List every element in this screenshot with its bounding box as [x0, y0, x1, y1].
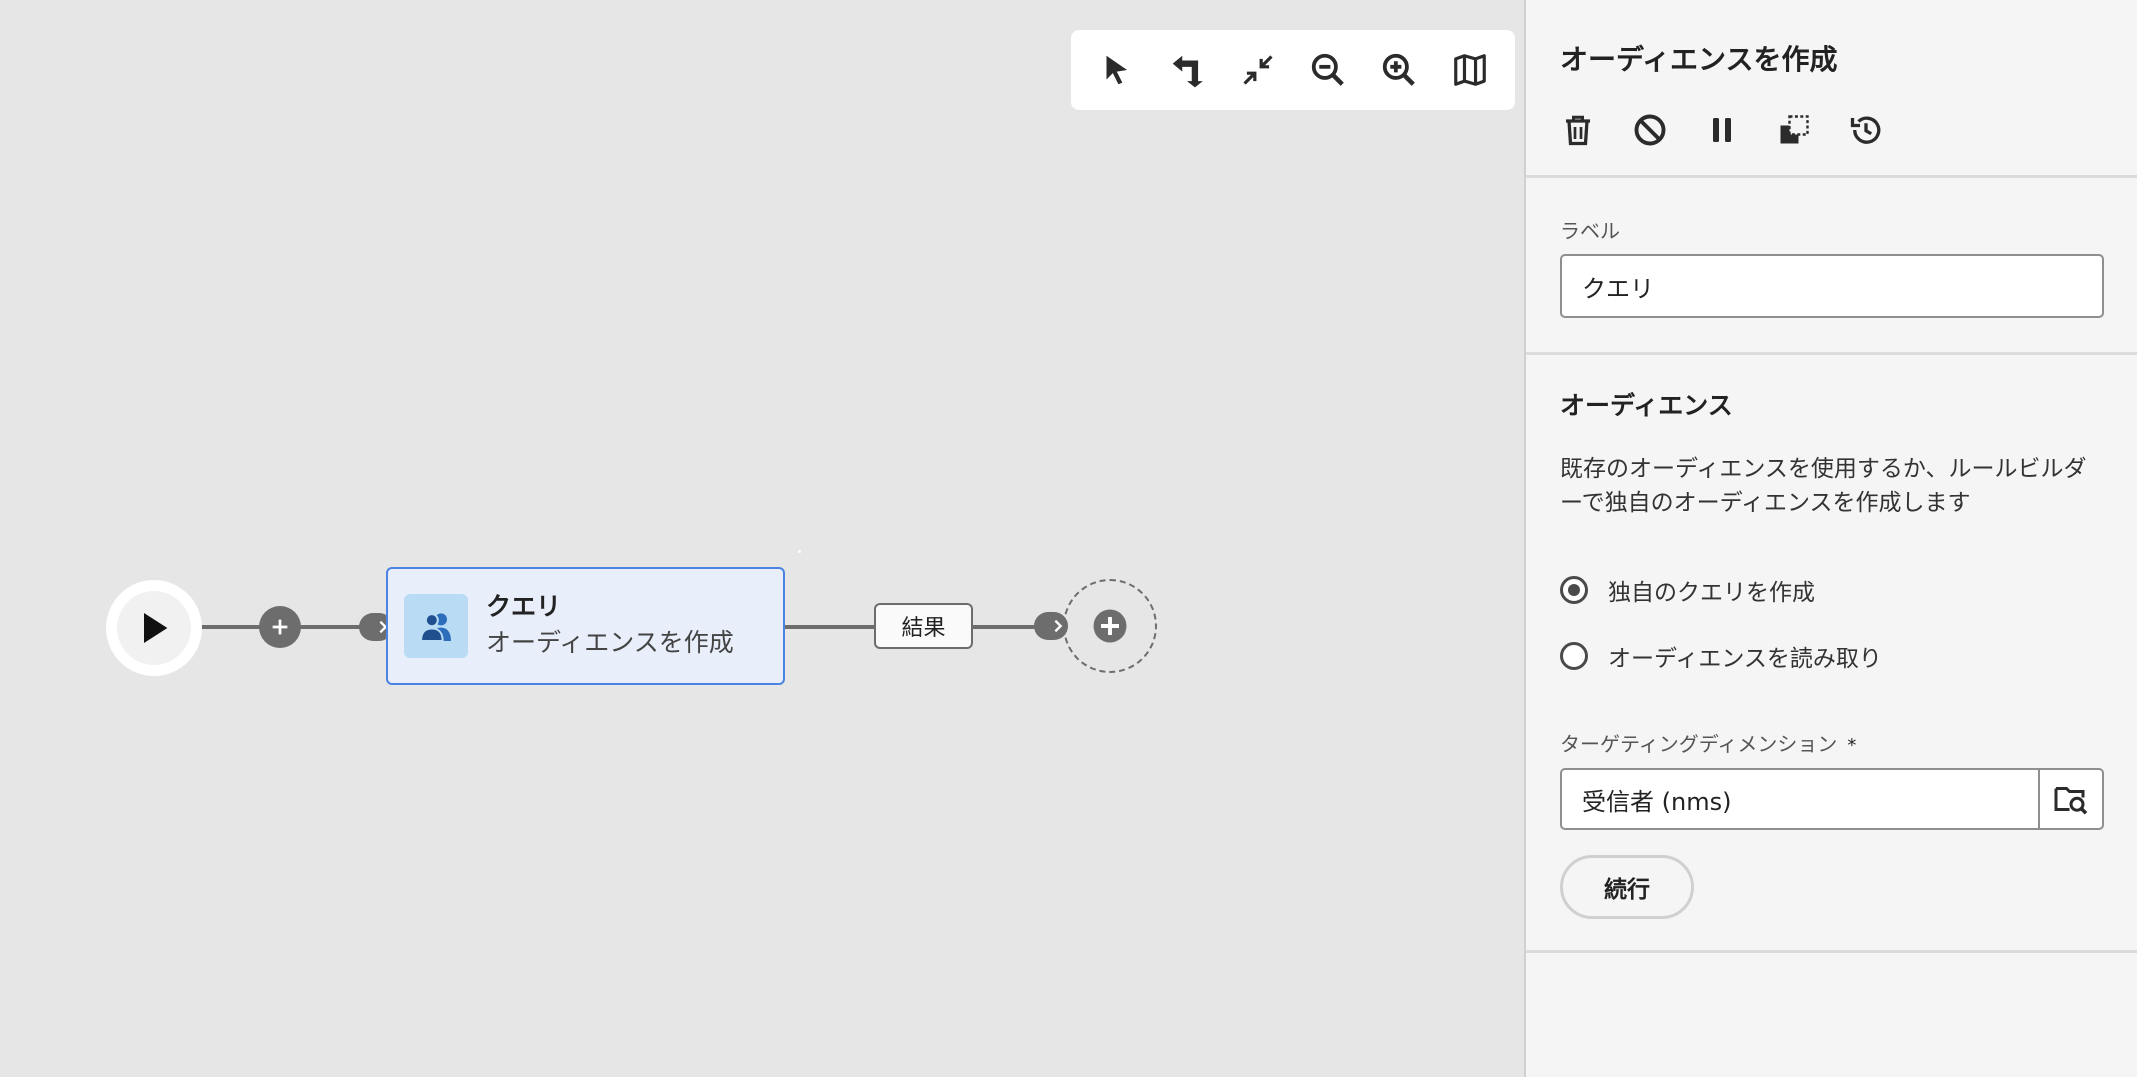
arrange-icon — [1172, 55, 1203, 88]
zoom-in-tool-button[interactable] — [1370, 41, 1428, 99]
targeting-dimension-field — [1560, 768, 2104, 830]
audience-description: 既存のオーディエンスを使用するか、ルールビルダーで独自のオーディエンスを作成しま… — [1560, 456, 2087, 516]
targeting-dimension-text: ターゲティングディメンション — [1560, 732, 1838, 756]
delete-button[interactable] — [1556, 108, 1600, 152]
pause-icon — [1713, 118, 1731, 142]
collapse-icon — [1243, 55, 1273, 85]
copy-button[interactable] — [1772, 108, 1816, 152]
workflow-editor: クエリ オーディエンスを作成 結果 オーディエンスを作成 ラベル クエリ オーデ… — [0, 0, 2137, 1077]
section-divider — [1526, 950, 2137, 953]
select-tool-button[interactable] — [1087, 41, 1145, 99]
delete-icon — [1566, 115, 1590, 146]
radio-label: オーディエンスを読み取り — [1608, 646, 1882, 672]
workflow-canvas[interactable]: クエリ オーディエンスを作成 結果 — [0, 0, 1524, 1077]
audience-heading: オーディエンス — [1560, 391, 1733, 420]
plus-circle-icon — [1093, 609, 1127, 643]
minimap-tool-button[interactable] — [1441, 41, 1499, 99]
transition-label[interactable]: 結果 — [874, 603, 973, 649]
map-icon — [1453, 54, 1486, 86]
targeting-dimension-input[interactable] — [1560, 768, 2038, 830]
query-activity-node[interactable]: クエリ オーディエンスを作成 — [386, 567, 785, 685]
copy-icon — [1780, 115, 1809, 144]
canvas-toolbar — [1071, 30, 1515, 110]
radio-button-unchecked[interactable] — [1560, 642, 1588, 670]
disable-icon — [1634, 114, 1666, 146]
radio-label: 独自のクエリを作成 — [1608, 580, 1815, 606]
radio-button-checked[interactable] — [1560, 576, 1588, 604]
cursor-icon — [1106, 55, 1128, 85]
start-node-inner — [117, 591, 191, 665]
pause-button[interactable] — [1700, 108, 1744, 152]
rearrange-tool-button[interactable] — [1158, 41, 1216, 99]
label-field-label: ラベル — [1560, 219, 1620, 243]
insert-activity-button[interactable] — [259, 606, 301, 648]
panel-title: オーディエンスを作成 — [1560, 43, 1838, 76]
disable-button[interactable] — [1628, 108, 1672, 152]
label-input[interactable] — [1560, 254, 2104, 318]
play-icon — [144, 613, 168, 643]
activity-properties-panel: オーディエンスを作成 ラベル クエリ オーディエンス 既存のオーディエンスを使用… — [1524, 0, 2137, 1077]
zoom-out-icon — [1312, 53, 1345, 86]
history-icon — [1850, 116, 1881, 144]
radio-build-own-query[interactable]: 独自のクエリを作成 — [1560, 573, 1815, 607]
connector-line — [785, 625, 875, 629]
panel-actions — [1556, 108, 1888, 152]
history-button[interactable] — [1844, 108, 1888, 152]
canvas-speck — [798, 550, 801, 553]
audience-icon-box — [404, 594, 468, 658]
activity-title: クエリ — [486, 592, 562, 621]
zoom-out-tool-button[interactable] — [1299, 41, 1357, 99]
collapse-tool-button[interactable] — [1229, 41, 1287, 99]
section-divider — [1526, 352, 2137, 355]
targeting-dimension-picker-button[interactable] — [2038, 768, 2104, 830]
start-node[interactable] — [106, 580, 202, 676]
targeting-dimension-label: ターゲティングディメンション * — [1560, 728, 1856, 757]
required-marker: * — [1847, 735, 1857, 756]
add-activity-node[interactable] — [1063, 579, 1157, 673]
folder-search-icon — [2054, 787, 2088, 815]
plus-icon — [272, 619, 288, 635]
activity-subtitle: オーディエンスを作成 — [486, 628, 734, 657]
activity-text: クエリ オーディエンスを作成 — [486, 590, 734, 662]
audience-icon — [419, 613, 451, 642]
radio-read-audience[interactable]: オーディエンスを読み取り — [1560, 639, 1882, 673]
continue-button[interactable]: 続行 — [1560, 855, 1694, 919]
zoom-in-icon — [1382, 53, 1415, 86]
